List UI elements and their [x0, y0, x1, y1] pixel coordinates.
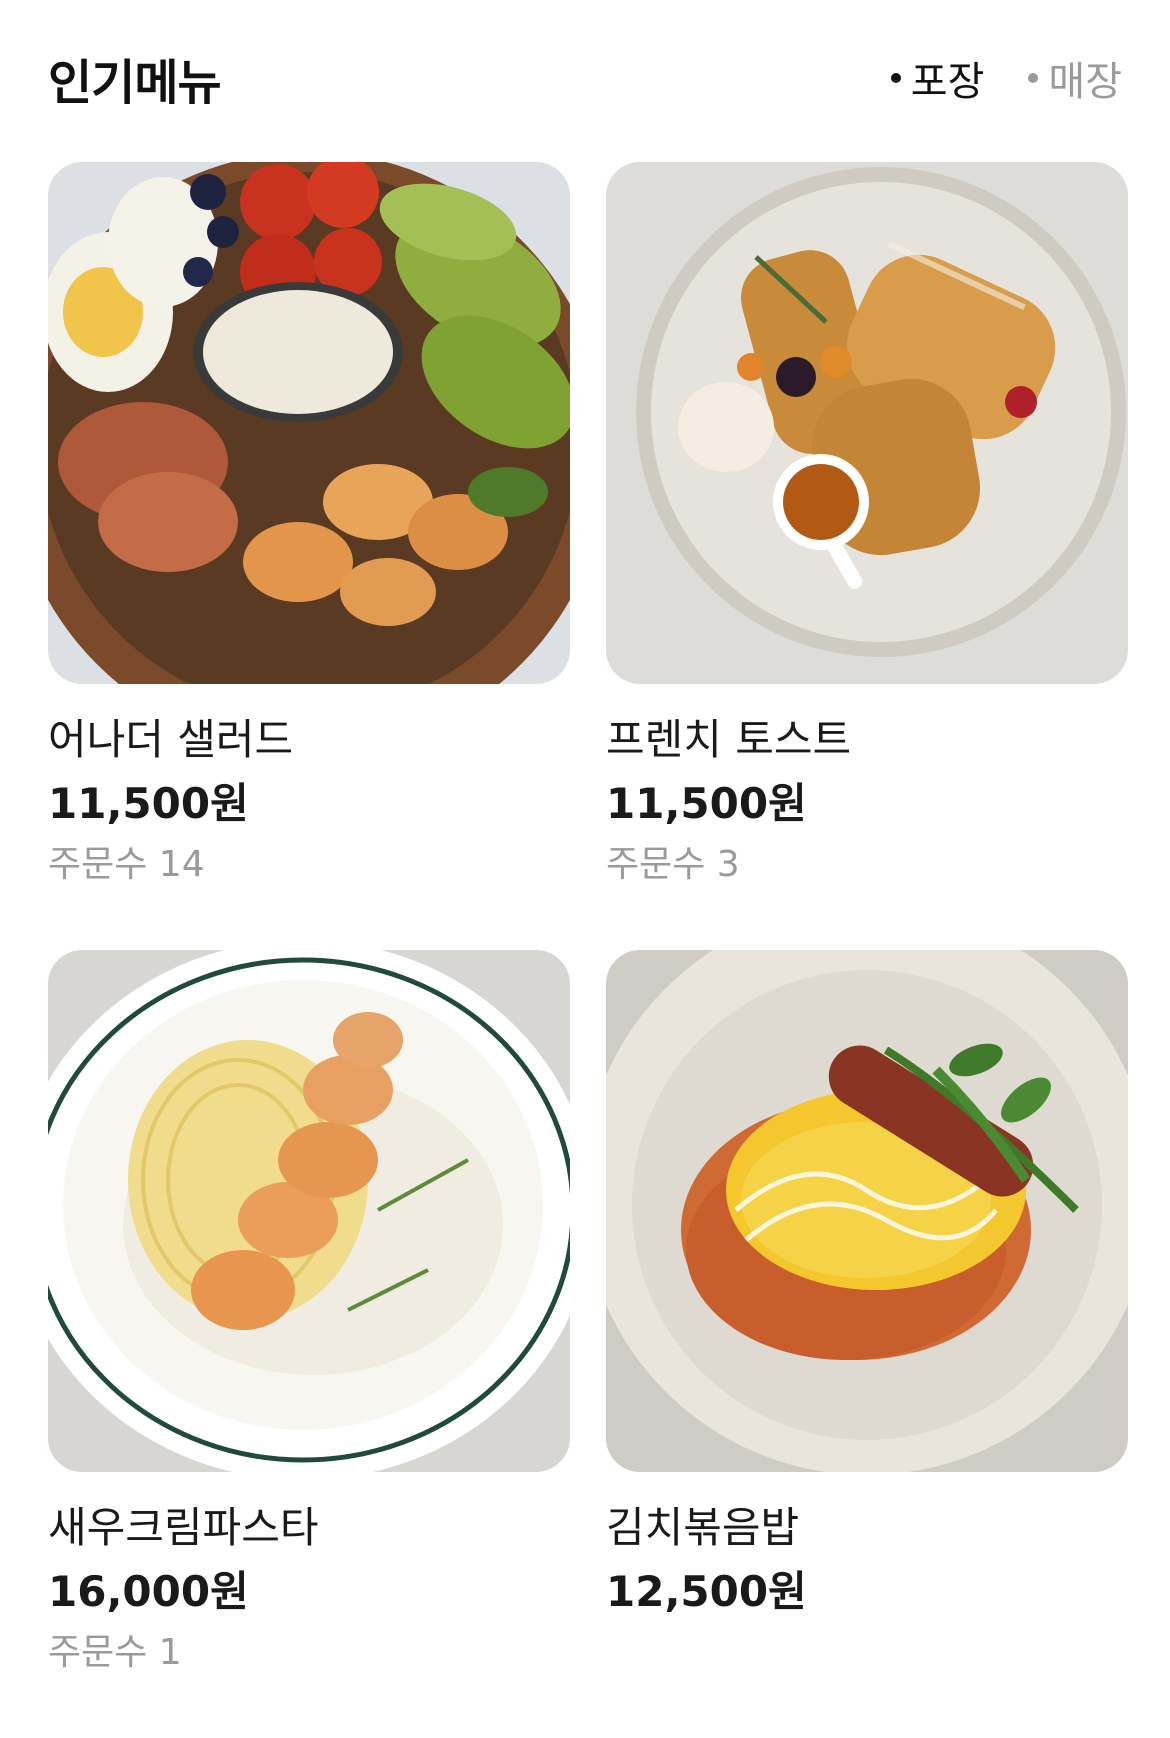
french-toast-photo[interactable] [606, 162, 1128, 684]
section-title: 인기메뉴 [48, 55, 222, 111]
menu-name: 어나더 샐러드 [48, 715, 294, 764]
toggle-dine-in[interactable]: 매장 [1028, 49, 1122, 107]
inactive-dot-icon [1028, 73, 1039, 83]
section-header: 인기메뉴 포장 매장 [48, 38, 1122, 118]
menu-grid: 어나더 샐러드 11,500원 주문수 14 프렌치 토스트 11,500원 주… [48, 162, 1128, 1738]
menu-name: 프렌치 토스트 [606, 715, 852, 764]
menu-card-shrimp-pasta[interactable]: 새우크림파스타 16,000원 주문수 1 [48, 950, 570, 1738]
menu-order-count [606, 1630, 1128, 1676]
menu-price: 16,000원 [48, 1567, 249, 1616]
menu-order-count: 주문수 3 [606, 844, 740, 885]
order-type-toggle: 포장 매장 [890, 49, 1122, 107]
menu-order-count: 주문수 1 [48, 1632, 182, 1673]
toggle-takeout[interactable]: 포장 [890, 49, 985, 107]
shrimp-cream-pasta-photo[interactable] [48, 950, 570, 1472]
kimchi-fried-rice-photo[interactable] [606, 950, 1128, 1472]
menu-card-salad[interactable]: 어나더 샐러드 11,500원 주문수 14 [48, 162, 570, 950]
toggle-dine-in-label: 매장 [1048, 59, 1122, 105]
menu-card-french-toast[interactable]: 프렌치 토스트 11,500원 주문수 3 [606, 162, 1128, 950]
menu-order-count: 주문수 14 [48, 844, 205, 885]
active-dot-icon [890, 73, 901, 83]
toggle-takeout-label: 포장 [910, 59, 985, 105]
menu-price: 12,500원 [606, 1567, 807, 1616]
menu-name: 김치볶음밥 [606, 1503, 800, 1552]
salad-photo[interactable] [48, 162, 570, 684]
menu-name: 새우크림파스타 [48, 1503, 319, 1552]
menu-price: 11,500원 [606, 779, 807, 828]
menu-card-kimchi-fried-rice[interactable]: 김치볶음밥 12,500원 [606, 950, 1128, 1738]
menu-price: 11,500원 [48, 779, 249, 828]
